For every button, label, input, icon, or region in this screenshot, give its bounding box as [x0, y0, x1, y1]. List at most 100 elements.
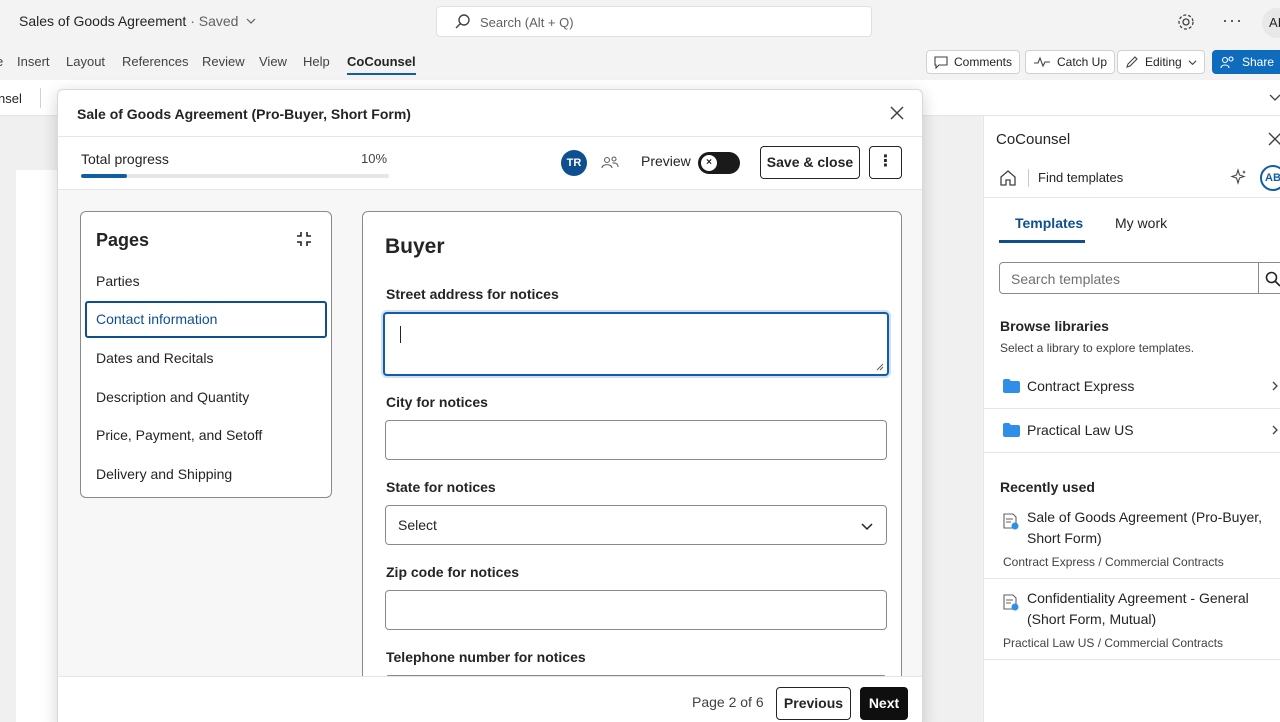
more-actions-button[interactable]: ⋮ [869, 146, 902, 179]
template-document-icon [1003, 594, 1019, 611]
user-avatar[interactable]: AB [1260, 165, 1280, 191]
preview-label: Preview [641, 153, 691, 169]
people-icon[interactable] [600, 153, 620, 173]
share-label: Share [1242, 55, 1275, 69]
recent-template-path: Practical Law US / Commercial Contracts [1003, 636, 1224, 650]
state-selected-value: Select [398, 517, 437, 533]
toolbar-divider [40, 88, 41, 108]
tab-file[interactable]: e [0, 54, 3, 69]
comments-label: Comments [954, 55, 1013, 69]
dialog-footer: Page 2 of 6 Previous Next [58, 676, 922, 722]
telephone-label: Telephone number for notices [386, 649, 586, 665]
panel-title: CoCounsel [996, 131, 1071, 148]
zip-code-label: Zip code for notices [386, 564, 520, 580]
user-avatar[interactable]: AI [1262, 8, 1280, 38]
progress-percent: 10% [361, 151, 388, 166]
tab-references[interactable]: References [122, 54, 188, 69]
template-search-input[interactable]: Search templates [999, 262, 1280, 294]
tab-view[interactable]: View [259, 54, 287, 69]
page-item-contact-information[interactable]: Contact information [85, 301, 327, 338]
progress-label: Total progress [81, 151, 169, 167]
more-options-icon[interactable]: ··· [1222, 10, 1243, 31]
document-title[interactable]: Sales of Goods Agreement · Saved [19, 13, 256, 29]
folder-icon [1003, 379, 1020, 393]
tab-templates[interactable]: Templates [1015, 215, 1083, 231]
library-row-contract-express[interactable]: Contract Express [984, 365, 1280, 409]
sparkle-icon[interactable] [1230, 168, 1248, 186]
tab-layout[interactable]: Layout [66, 54, 105, 69]
library-name: Practical Law US [1027, 422, 1134, 438]
document-name: Sales of Goods Agreement [19, 13, 187, 29]
toggle-off-icon: × [701, 155, 717, 171]
resize-handle-icon[interactable] [876, 363, 884, 371]
tab-help[interactable]: Help [303, 54, 330, 69]
ribbon-tabs: e Insert Layout References Review View H… [0, 44, 1280, 80]
city-value [386, 432, 398, 448]
breadcrumb-divider [1028, 169, 1029, 187]
recently-used-heading: Recently used [1000, 479, 1095, 495]
share-button[interactable]: Share [1212, 50, 1280, 74]
recent-template-name: Confidentiality Agreement - General (Sho… [1027, 590, 1249, 627]
saved-status: · Saved [186, 13, 239, 29]
search-button-divider [1258, 262, 1259, 294]
catch-up-button[interactable]: Catch Up [1025, 50, 1116, 74]
library-row-practical-law-us[interactable]: Practical Law US [984, 409, 1280, 453]
page-item-price-payment-setoff[interactable]: Price, Payment, and Setoff [85, 417, 327, 454]
city-input[interactable] [385, 420, 887, 460]
state-label: State for notices [386, 479, 496, 495]
progress-bar [81, 174, 389, 178]
cocounsel-panel: CoCounsel Find templates AB Templates My… [983, 116, 1280, 722]
page-item-parties[interactable]: Parties [85, 263, 327, 300]
form-section-heading: Buyer [385, 235, 445, 258]
chevron-right-icon [1272, 425, 1278, 435]
previous-button[interactable]: Previous [776, 687, 851, 720]
close-icon[interactable] [888, 104, 906, 122]
pages-title: Pages [96, 230, 150, 250]
pencil-icon [1126, 56, 1138, 68]
zip-code-input[interactable] [385, 590, 887, 630]
search-placeholder: Search (Alt + Q) [480, 15, 574, 30]
recent-template-item[interactable]: Confidentiality Agreement - General (Sho… [984, 588, 1280, 660]
search-placeholder: Search templates [1011, 271, 1120, 287]
text-caret [400, 326, 401, 343]
gear-icon[interactable] [1176, 12, 1196, 32]
pages-navigation: Pages Parties Contact information Dates … [80, 211, 332, 498]
page-item-delivery-and-shipping[interactable]: Delivery and Shipping [85, 456, 327, 493]
tab-my-work[interactable]: My work [1115, 215, 1167, 231]
form-panel: Buyer Street address for notices City fo… [362, 211, 902, 715]
save-and-close-button[interactable]: Save & close [760, 146, 860, 179]
preview-toggle[interactable]: × [698, 152, 740, 174]
collapse-icon[interactable] [296, 231, 312, 247]
collaborator-avatar[interactable]: TR [561, 150, 587, 176]
tab-cocounsel[interactable]: CoCounsel [347, 54, 416, 75]
street-address-textarea[interactable] [383, 312, 889, 376]
next-button[interactable]: Next [860, 687, 908, 720]
template-document-icon [1003, 513, 1019, 530]
page-indicator: Page 2 of 6 [692, 694, 764, 710]
tab-review[interactable]: Review [202, 54, 245, 69]
editing-label: Editing [1145, 55, 1182, 69]
search-box[interactable]: Search (Alt + Q) [436, 6, 872, 37]
comments-button[interactable]: Comments [926, 50, 1021, 74]
home-icon[interactable] [999, 169, 1017, 187]
chevron-right-icon [1272, 381, 1278, 391]
close-icon[interactable] [1267, 131, 1280, 147]
page-item-dates-and-recitals[interactable]: Dates and Recitals [85, 340, 327, 377]
search-icon [455, 14, 470, 29]
dialog-title: Sale of Goods Agreement (Pro-Buyer, Shor… [77, 106, 411, 122]
browse-libraries-subtitle: Select a library to explore templates. [1000, 341, 1195, 355]
divider [984, 197, 1280, 198]
tab-insert[interactable]: Insert [17, 54, 50, 69]
title-bar: Sales of Goods Agreement · Saved Search … [0, 0, 1280, 44]
template-questionnaire-dialog: Sale of Goods Agreement (Pro-Buyer, Shor… [57, 89, 923, 722]
city-label: City for notices [386, 394, 488, 410]
recent-template-item[interactable]: Sale of Goods Agreement (Pro-Buyer, Shor… [984, 507, 1280, 579]
chevron-down-icon [861, 523, 873, 531]
search-icon[interactable] [1264, 270, 1280, 288]
page-item-description-and-quantity[interactable]: Description and Quantity [85, 379, 327, 416]
pulse-icon [1034, 56, 1050, 68]
state-select[interactable]: Select [385, 505, 887, 545]
cocounsel-tool-label[interactable]: nsel [0, 91, 22, 106]
editing-mode-button[interactable]: Editing [1117, 50, 1205, 74]
chevron-down-icon[interactable] [1268, 90, 1280, 104]
